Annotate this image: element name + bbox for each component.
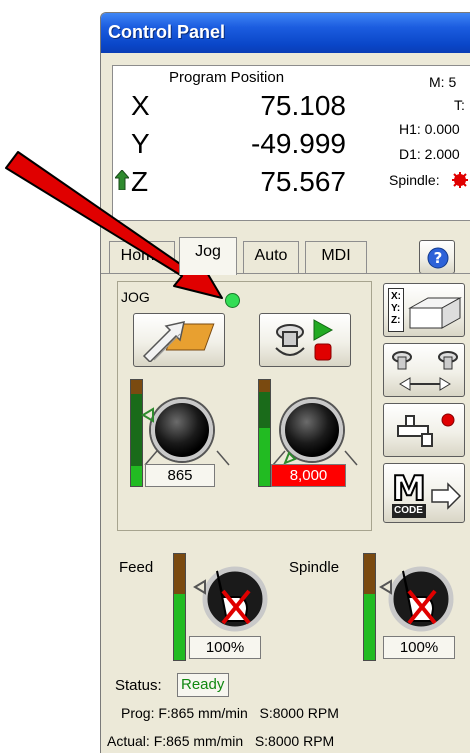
prog-feed-speed: Prog: F:865 mm/min S:8000 RPM	[121, 705, 339, 721]
xyz-axes-label: X: Y: Z:	[388, 288, 404, 332]
tab-mdi[interactable]: MDI	[305, 241, 367, 273]
feed-override-readout: 100%	[189, 636, 261, 659]
spindle-state-label: Spindle:	[389, 172, 440, 188]
spindle-knob-scale-icon	[272, 450, 358, 466]
z-axis-value: 75.567	[260, 166, 346, 197]
annotation-arrow-icon	[5, 151, 223, 299]
svg-text:?: ?	[434, 249, 443, 267]
spindle-override-knob-icon[interactable]	[379, 561, 463, 637]
tool-readout: T:	[454, 97, 465, 113]
spindle-indicator-icon	[452, 172, 468, 188]
svg-text:M: M	[392, 469, 426, 509]
tab-jog[interactable]: Jog	[179, 237, 237, 275]
y-axis-value: -49.999	[251, 128, 346, 159]
spindle-override-label: Spindle	[289, 559, 340, 576]
coolant-tap-icon	[397, 413, 455, 447]
status-value: Ready	[177, 673, 229, 697]
d1-readout: D1: 2.000	[399, 146, 460, 162]
spindle-override-bar	[363, 553, 376, 661]
feed-jog-readout: 865	[145, 464, 215, 487]
cycle-start-stop-button[interactable]	[259, 313, 351, 367]
window-title: Control Panel	[101, 13, 470, 53]
workpiece-icon	[408, 297, 462, 329]
m-code-button[interactable]: M CODE	[383, 463, 465, 523]
spindle-swap-icon	[392, 351, 458, 391]
feed-knob-scale-icon	[141, 407, 230, 466]
jog-mode-button[interactable]	[133, 313, 225, 367]
help-button[interactable]: ?	[419, 240, 455, 274]
m-code-label: CODE	[394, 505, 423, 516]
m-code-readout: M: 5	[429, 74, 457, 90]
x-axis-value: 75.108	[260, 90, 346, 121]
actual-feed-speed: Actual: F:865 mm/min S:8000 RPM	[107, 733, 335, 749]
control-panel-window: Control Panel Program Position M: 5 T: H…	[100, 12, 470, 753]
h1-readout: H1: 0.000	[399, 121, 460, 137]
work-offset-button[interactable]: X: Y: Z:	[383, 283, 465, 337]
spindle-override-readout: 100%	[383, 636, 455, 659]
coolant-button[interactable]	[383, 403, 465, 457]
tab-auto[interactable]: Auto	[243, 241, 299, 273]
position-header: Program Position	[169, 69, 285, 86]
jog-arrows-icon	[142, 321, 215, 362]
feed-override-label: Feed	[119, 559, 154, 576]
feed-override-bar	[173, 553, 186, 661]
status-label: Status:	[115, 677, 162, 694]
feed-override-knob-icon[interactable]	[193, 561, 277, 637]
spindle-jog-readout: 8,000	[271, 464, 346, 487]
x-axis-label: X	[131, 90, 150, 121]
spindle-start-stop-icon	[275, 319, 334, 361]
spindle-tool-button[interactable]	[383, 343, 465, 397]
help-icon: ?	[427, 247, 449, 269]
